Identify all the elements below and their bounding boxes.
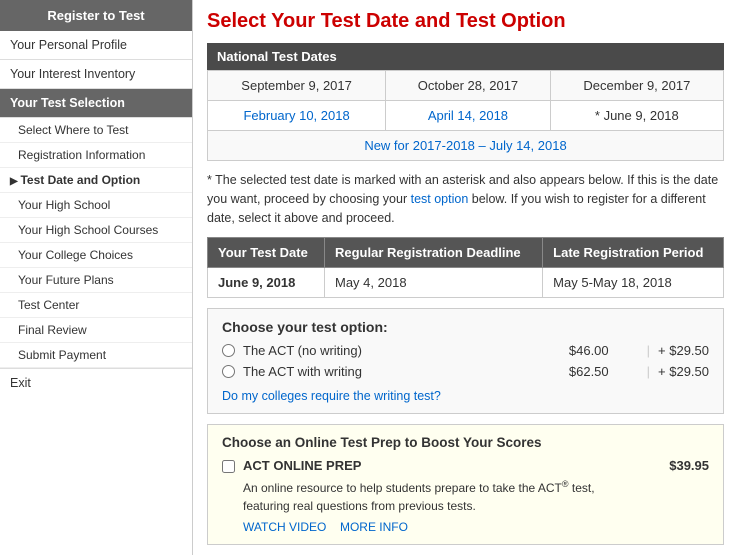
online-prep-name: ACT ONLINE PREP bbox=[243, 458, 361, 473]
act-with-writing-label: The ACT with writing bbox=[243, 364, 529, 379]
regular-deadline-value: May 4, 2018 bbox=[325, 268, 543, 298]
main-content: Select Your Test Date and Test Option Na… bbox=[193, 0, 738, 555]
sidebar-item-test-date[interactable]: Test Date and Option bbox=[0, 168, 192, 193]
new-dates-link[interactable]: New for 2017-2018 – July 14, 2018 bbox=[364, 138, 566, 153]
online-prep-desc: An online resource to help students prep… bbox=[243, 478, 709, 515]
act-no-writing-row: The ACT (no writing) $46.00 | + $29.50 bbox=[222, 343, 709, 358]
col-header-late: Late Registration Period bbox=[543, 238, 724, 268]
online-prep-price: $39.95 bbox=[649, 458, 709, 473]
sidebar-item-personal-profile[interactable]: Your Personal Profile bbox=[0, 31, 192, 60]
table-row: September 9, 2017 October 28, 2017 Decem… bbox=[208, 71, 724, 101]
test-option-title: Choose your test option: bbox=[222, 319, 709, 335]
date-link[interactable]: February 10, 2018 bbox=[243, 108, 349, 123]
sidebar-item-hs-courses[interactable]: Your High School Courses bbox=[0, 218, 192, 243]
prep-name-price-row: ACT ONLINE PREP $39.95 bbox=[243, 458, 709, 473]
watch-video-link[interactable]: WATCH VIDEO bbox=[243, 520, 326, 534]
online-prep-title: Choose an Online Test Prep to Boost Your… bbox=[222, 435, 709, 450]
divider-1: | bbox=[647, 343, 650, 358]
table-header-row: Your Test Date Regular Registration Dead… bbox=[208, 238, 724, 268]
act-no-writing-radio[interactable] bbox=[222, 344, 235, 357]
selected-date-row: June 9, 2018 May 4, 2018 May 5-May 18, 2… bbox=[208, 268, 724, 298]
sidebar-item-interest-inventory[interactable]: Your Interest Inventory bbox=[0, 60, 192, 89]
test-option-link[interactable]: test option bbox=[411, 192, 469, 206]
sidebar-item-future-plans[interactable]: Your Future Plans bbox=[0, 268, 192, 293]
online-prep-box: Choose an Online Test Prep to Boost Your… bbox=[207, 424, 724, 545]
col-header-regular: Regular Registration Deadline bbox=[325, 238, 543, 268]
selected-date-table: Your Test Date Regular Registration Dead… bbox=[207, 237, 724, 298]
online-prep-content: ACT ONLINE PREP $39.95 An online resourc… bbox=[243, 458, 709, 534]
sidebar-item-college-choices[interactable]: Your College Choices bbox=[0, 243, 192, 268]
act-with-writing-radio[interactable] bbox=[222, 365, 235, 378]
colleges-require-link[interactable]: Do my colleges require the writing test? bbox=[222, 389, 441, 403]
act-with-writing-row: The ACT with writing $62.50 | + $29.50 bbox=[222, 364, 709, 379]
divider-2: | bbox=[647, 364, 650, 379]
act-with-writing-price: $62.50 bbox=[529, 364, 609, 379]
act-no-writing-extra: + $29.50 bbox=[658, 343, 709, 358]
new-dates-cell[interactable]: New for 2017-2018 – July 14, 2018 bbox=[208, 131, 724, 161]
date-cell: October 28, 2017 bbox=[386, 71, 551, 101]
online-prep-row: ACT ONLINE PREP $39.95 An online resourc… bbox=[222, 458, 709, 534]
exit-button[interactable]: Exit bbox=[0, 368, 192, 397]
act-with-writing-extra: + $29.50 bbox=[658, 364, 709, 379]
sidebar-item-test-center[interactable]: Test Center bbox=[0, 293, 192, 318]
act-no-writing-label: The ACT (no writing) bbox=[243, 343, 529, 358]
note-text: * The selected test date is marked with … bbox=[207, 171, 724, 227]
act-no-writing-price: $46.00 bbox=[529, 343, 609, 358]
national-dates-table: September 9, 2017 October 28, 2017 Decem… bbox=[207, 70, 724, 161]
sidebar-item-high-school[interactable]: Your High School bbox=[0, 193, 192, 218]
sidebar-header: Register to Test bbox=[0, 0, 192, 31]
late-period-value: May 5-May 18, 2018 bbox=[543, 268, 724, 298]
sidebar: Register to Test Your Personal Profile Y… bbox=[0, 0, 193, 555]
table-row: February 10, 2018 April 14, 2018 * June … bbox=[208, 101, 724, 131]
online-prep-checkbox[interactable] bbox=[222, 460, 235, 473]
date-cell[interactable]: April 14, 2018 bbox=[386, 101, 551, 131]
date-link[interactable]: April 14, 2018 bbox=[428, 108, 508, 123]
prep-links: WATCH VIDEO MORE INFO bbox=[243, 519, 709, 534]
sidebar-item-select-where[interactable]: Select Where to Test bbox=[0, 118, 192, 143]
sidebar-item-test-selection[interactable]: Your Test Selection bbox=[0, 89, 192, 118]
table-row: New for 2017-2018 – July 14, 2018 bbox=[208, 131, 724, 161]
test-option-box: Choose your test option: The ACT (no wri… bbox=[207, 308, 724, 414]
sidebar-item-final-review[interactable]: Final Review bbox=[0, 318, 192, 343]
sidebar-item-submit-payment[interactable]: Submit Payment bbox=[0, 343, 192, 368]
date-cell: * June 9, 2018 bbox=[550, 101, 723, 131]
selected-date-value: June 9, 2018 bbox=[208, 268, 325, 298]
date-cell: December 9, 2017 bbox=[550, 71, 723, 101]
date-cell: September 9, 2017 bbox=[208, 71, 386, 101]
col-header-date: Your Test Date bbox=[208, 238, 325, 268]
more-info-link[interactable]: MORE INFO bbox=[340, 520, 408, 534]
sidebar-item-registration-info[interactable]: Registration Information bbox=[0, 143, 192, 168]
national-test-dates-header: National Test Dates bbox=[207, 43, 724, 70]
date-cell[interactable]: February 10, 2018 bbox=[208, 101, 386, 131]
page-title: Select Your Test Date and Test Option bbox=[207, 10, 724, 33]
